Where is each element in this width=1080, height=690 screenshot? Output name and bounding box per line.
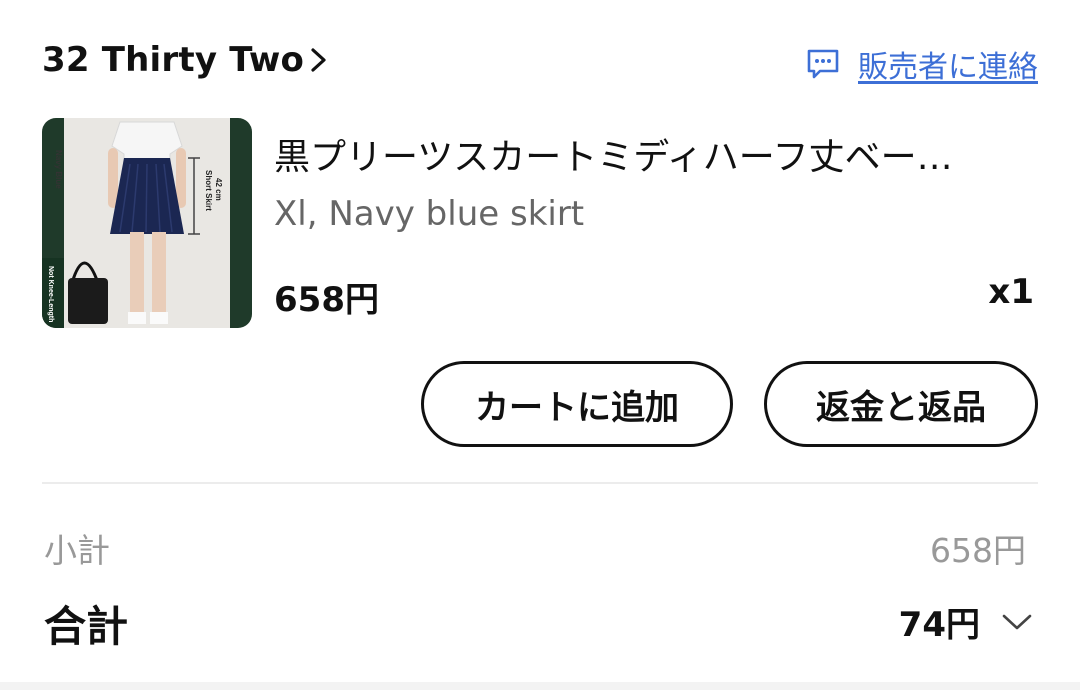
product-title[interactable]: 黒プリーツスカートミディハーフ丈ベー…	[274, 128, 1014, 180]
chat-bubble-icon	[807, 49, 839, 79]
subtotal-value: 658円	[930, 531, 1026, 570]
subtotal-label: 小計	[44, 531, 110, 570]
shop-name[interactable]: 32 Thirty Two	[42, 40, 304, 80]
add-to-cart-button[interactable]: カートに追加	[421, 361, 733, 447]
product-price: 658円	[274, 280, 379, 320]
product-image: Navy Blue Not Knee-Length Short Skirt 42…	[42, 118, 252, 328]
refund-return-button[interactable]: 返金と返品	[764, 361, 1038, 447]
order-item-card: 32 Thirty Two 販売者に連絡 Navy Blue Not Knee-…	[0, 0, 1080, 682]
chevron-right-icon	[311, 48, 326, 72]
total-label: 合計	[44, 602, 129, 651]
product-variant: Xl, Navy blue skirt	[274, 194, 585, 234]
contact-seller-link[interactable]: 販売者に連絡	[806, 42, 1038, 86]
product-thumbnail[interactable]: Navy Blue Not Knee-Length Short Skirt 42…	[42, 118, 252, 328]
total-expand-toggle[interactable]: 74円	[899, 597, 1034, 646]
contact-seller-label[interactable]: 販売者に連絡	[858, 42, 1038, 86]
divider	[42, 482, 1038, 484]
shop-header[interactable]: 32 Thirty Two	[42, 40, 330, 80]
total-value: 74円	[898, 605, 980, 645]
chevron-down-icon[interactable]	[1000, 611, 1034, 633]
image-measure-label: Short Skirt	[204, 170, 213, 211]
product-quantity: x1	[988, 272, 1034, 312]
image-side-label: Navy Blue	[54, 150, 63, 189]
image-measure-value: 42 cm	[214, 178, 223, 201]
image-bottom-label: Not Knee-Length	[47, 266, 54, 322]
